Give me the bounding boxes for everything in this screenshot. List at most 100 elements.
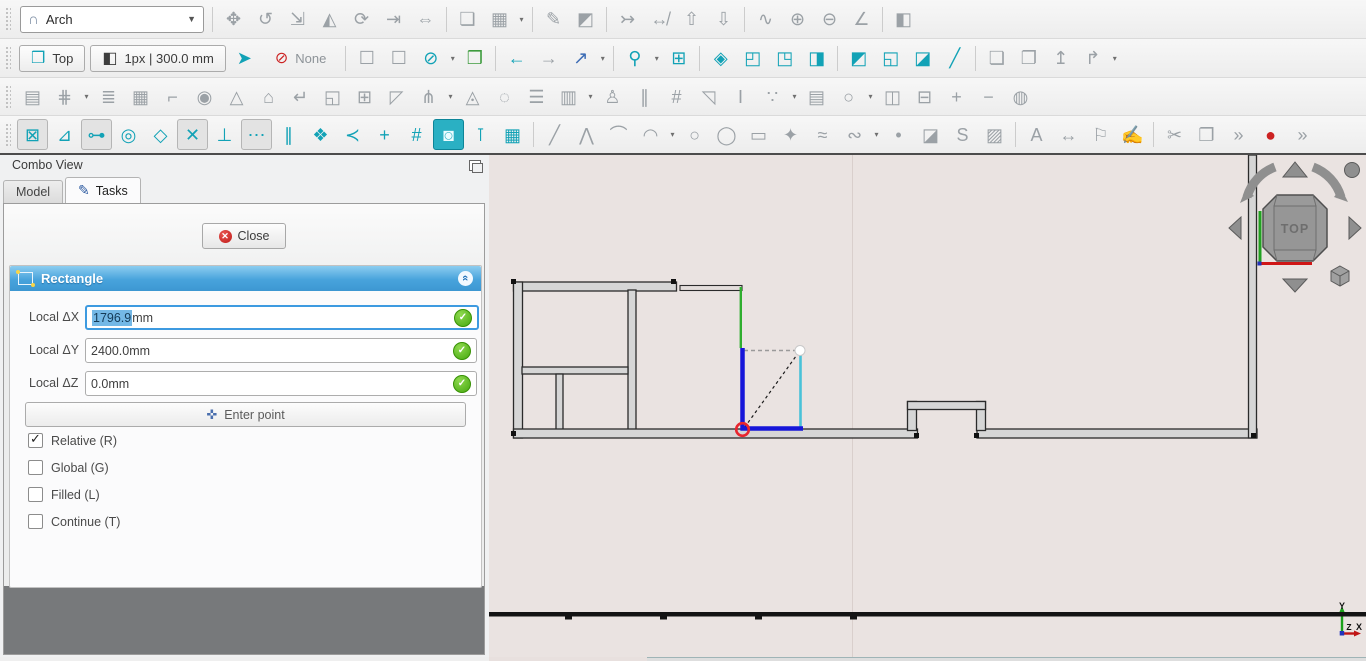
draft-wire-to-bspline-button[interactable]: ∿	[750, 4, 781, 35]
enter-point-button[interactable]: ✜ Enter point	[25, 402, 466, 427]
draft-rotate-button[interactable]: ↺	[250, 4, 281, 35]
arch-material-tools-button[interactable]: ∵	[757, 81, 788, 112]
snap-endpoint-button[interactable]: ⊿	[49, 119, 80, 150]
draft-bspline-button[interactable]: ≈	[807, 119, 838, 150]
arch-level-button[interactable]: ↵	[285, 81, 316, 112]
export-button[interactable]: ↥	[1045, 43, 1076, 74]
arch-cut-plane-button[interactable]: ◫	[877, 81, 908, 112]
arch-equipment-button[interactable]: ♙	[597, 81, 628, 112]
filled-checkbox-row[interactable]: ✓ Filled (L)	[28, 487, 100, 502]
arch-building-button[interactable]: ⌂	[253, 81, 284, 112]
snap-center-button[interactable]: ◎	[113, 119, 144, 150]
draft-dimension-button[interactable]: ↔	[1053, 119, 1084, 150]
arch-beam-button[interactable]: I	[725, 81, 756, 112]
axis-caret-icon[interactable]: ▾	[445, 92, 456, 101]
toggle-grid-button[interactable]: ▦	[497, 119, 528, 150]
arch-pipe-tools-button[interactable]: ○	[833, 81, 864, 112]
draft-polygon-button[interactable]: ✦	[775, 119, 806, 150]
snap-parallel-button[interactable]: ∥	[273, 119, 304, 150]
draft-ellipse-button[interactable]: ◯	[711, 119, 742, 150]
toolbar-drag-handle[interactable]	[5, 46, 11, 70]
fit-all-button[interactable]: ⊞	[663, 43, 694, 74]
arc-tools-caret-icon[interactable]: ▾	[667, 130, 678, 139]
view-bottom-button[interactable]: ◱	[875, 43, 906, 74]
cut-button[interactable]: ✂	[1159, 119, 1190, 150]
draft-polyline-button[interactable]: ⋀	[571, 119, 602, 150]
draft-text-button[interactable]: A	[1021, 119, 1052, 150]
arch-window-button[interactable]: ⊞	[349, 81, 380, 112]
draft-bezier-tools-button[interactable]: ∾	[839, 119, 870, 150]
draft-fillet-button[interactable]: ⌒	[603, 119, 634, 150]
snap-intersection-button[interactable]: ✕	[177, 119, 208, 150]
draft-slope-button[interactable]: ∠	[846, 4, 877, 35]
zoom-caret-icon[interactable]: ▾	[651, 54, 662, 63]
niche-top[interactable]	[906, 400, 987, 411]
snap-lock-button[interactable]: ⊠	[17, 119, 48, 150]
snap-ortho-button[interactable]: +	[369, 119, 400, 150]
draft-clone-button[interactable]: ❏	[452, 4, 483, 35]
go-to-linked-object-button[interactable]: ↗	[565, 43, 596, 74]
arch-rebar-button[interactable]: ≣	[93, 81, 124, 112]
draft-mirror-button[interactable]: ◭	[314, 4, 345, 35]
top-view-button[interactable]: ❒ Top	[19, 44, 86, 72]
global-checkbox-row[interactable]: ✓ Global (G)	[28, 460, 109, 475]
arch-cut-with-line-button[interactable]: ⊟	[909, 81, 940, 112]
snap-extension-button[interactable]: ⋯	[241, 119, 272, 150]
tab-model[interactable]: Model	[3, 180, 64, 203]
nav-back-button[interactable]: ←	[501, 43, 532, 74]
navcube-rotate-cw[interactable]	[1311, 162, 1346, 199]
box-element-selection-button[interactable]: ☐	[351, 43, 382, 74]
view-rear-button[interactable]: ◩	[843, 43, 874, 74]
view-right-button[interactable]: ◨	[801, 43, 832, 74]
arch-axis-button[interactable]: ⋔	[413, 81, 444, 112]
wall-plan[interactable]	[512, 155, 1258, 439]
panel-caret-icon[interactable]: ▾	[585, 92, 596, 101]
filled-checkbox[interactable]: ✓	[28, 487, 43, 502]
navcube-arrow-left[interactable]	[1228, 215, 1242, 241]
arch-truss-button[interactable]: ◹	[693, 81, 724, 112]
3d-viewport[interactable]: Y X Z TOP	[489, 155, 1366, 657]
arch-remove-component-button[interactable]: −	[973, 81, 1004, 112]
draft-stretch-button[interactable]: ⇔	[410, 4, 441, 35]
arch-panel-button[interactable]: ▥	[553, 81, 584, 112]
go-to-selection-button[interactable]: ❒	[459, 43, 490, 74]
view-left-button[interactable]: ◪	[907, 43, 938, 74]
nav-forward-button[interactable]: →	[533, 43, 564, 74]
draft-circle-button[interactable]: ○	[679, 119, 710, 150]
draft-array-tools-button[interactable]: ▦	[484, 4, 515, 35]
wall-interior-small[interactable]	[555, 373, 564, 431]
local-dy-input[interactable]: 2400.0 mm ✓	[85, 338, 477, 363]
continue-checkbox-row[interactable]: ✓ Continue (T)	[28, 514, 120, 529]
material-caret-icon[interactable]: ▾	[789, 92, 800, 101]
line-style-button[interactable]: ◧ 1px | 300.0 mm	[90, 44, 226, 72]
view-top-button[interactable]: ◳	[769, 43, 800, 74]
arch-axis-system-button[interactable]: ◬	[457, 81, 488, 112]
wall-bottom-a[interactable]	[512, 428, 919, 439]
block-notifications-button[interactable]: ⊘	[415, 43, 446, 74]
annotation-styles-button[interactable]: ✍	[1117, 119, 1148, 150]
linked-object-caret-icon[interactable]: ▾	[597, 54, 608, 63]
wall-interior-horizontal[interactable]	[521, 366, 629, 375]
workbench-selector[interactable]: ∩ Arch ▼	[20, 5, 204, 33]
snap-working-plane-button[interactable]: ◙	[433, 119, 464, 150]
arch-project-button[interactable]: ◉	[189, 81, 220, 112]
draft-shape-2d-view-button[interactable]: ◧	[888, 4, 919, 35]
tab-tasks[interactable]: ✎ Tasks	[65, 177, 141, 203]
arch-building-part-button[interactable]: ⌐	[157, 81, 188, 112]
draft-rectangle-button[interactable]: ▭	[743, 119, 774, 150]
draft-shapestring-button[interactable]: S	[947, 119, 978, 150]
float-panel-icon[interactable]	[469, 160, 483, 173]
toolbar-drag-handle[interactable]	[5, 7, 11, 31]
draft-upgrade-button[interactable]: ⇧	[676, 4, 707, 35]
draft-move-button[interactable]: ✥	[218, 4, 249, 35]
draft-line-button[interactable]: ╱	[539, 119, 570, 150]
navcube-arrow-up[interactable]	[1281, 161, 1309, 178]
navcube-arrow-down[interactable]	[1281, 278, 1309, 293]
block-notifications-caret-icon[interactable]: ▾	[447, 54, 458, 63]
snap-dimensions-button[interactable]: ⊺	[465, 119, 496, 150]
array-tools-caret-icon[interactable]: ▾	[516, 15, 527, 24]
draft-join-button[interactable]: ↣	[612, 4, 643, 35]
arch-wall-button[interactable]: ▤	[17, 81, 48, 112]
draft-arc-tools-button[interactable]: ◠	[635, 119, 666, 150]
snap-special-button[interactable]: ❖	[305, 119, 336, 150]
